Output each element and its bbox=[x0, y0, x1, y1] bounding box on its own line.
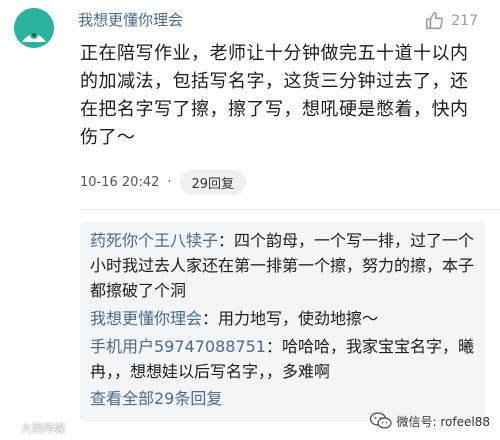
reply-separator: ： bbox=[265, 337, 282, 356]
view-all-replies-link[interactable]: 查看全部29条回复 bbox=[90, 387, 475, 411]
meta-dot: · bbox=[167, 175, 172, 190]
avatar[interactable] bbox=[14, 8, 54, 48]
reply-count-button[interactable]: 29回复 bbox=[179, 170, 247, 195]
avatar-creature-icon bbox=[14, 8, 54, 48]
watermark-left-text: 大西传媒 bbox=[21, 422, 65, 435]
watermark-left: 大西传媒 bbox=[4, 420, 65, 436]
wechat-icon bbox=[369, 412, 392, 429]
reply-text: 用力地写，使劲地擦～ bbox=[218, 309, 379, 328]
divider bbox=[80, 209, 500, 210]
thumbs-up-icon bbox=[426, 12, 444, 30]
reply-author[interactable]: 药死你个王八犊子 bbox=[90, 231, 218, 250]
comment-timestamp: 10-16 20:42 bbox=[80, 175, 160, 190]
like-count: 217 bbox=[451, 13, 478, 29]
comment-text: 正在陪写作业，老师让十分钟做完五十道十以内的加减法，包括写名字，这货三分钟过去了… bbox=[80, 43, 469, 148]
reply-author[interactable]: 手机用户59747088751 bbox=[90, 337, 266, 356]
comment-meta: 10-16 20:42 · 29回复 bbox=[80, 170, 247, 195]
replies-box: 药死你个王八犊子：四个韵母，一个写一排，过了一个小时我过去人家还在第一排第一个擦… bbox=[80, 222, 485, 422]
reply-item[interactable]: 药死你个王八犊子：四个韵母，一个写一排，过了一个小时我过去人家还在第一排第一个擦… bbox=[90, 228, 475, 303]
watermark-right: 微信号: rofeel88 bbox=[369, 412, 490, 430]
reply-author[interactable]: 我想更懂你理会 bbox=[90, 309, 202, 328]
reply-item[interactable]: 我想更懂你理会：用力地写，使劲地擦～ bbox=[90, 306, 475, 331]
like-button[interactable]: 217 bbox=[424, 10, 478, 32]
reply-separator: ： bbox=[218, 231, 235, 250]
comment-card: 我想更懂你理会 217 正在陪写作业，老师让十分钟做完五十道十以内的加减法，包括… bbox=[0, 0, 500, 440]
reply-separator: ： bbox=[202, 309, 219, 328]
watermark-logo-icon bbox=[4, 421, 18, 435]
watermark-right-text: 微信号: rofeel88 bbox=[396, 414, 490, 429]
reply-item[interactable]: 手机用户59747088751：哈哈哈，我家宝宝名字，曦冉，，想想娃以后写名字，… bbox=[90, 334, 475, 384]
comment-username[interactable]: 我想更懂你理会 bbox=[78, 10, 183, 30]
